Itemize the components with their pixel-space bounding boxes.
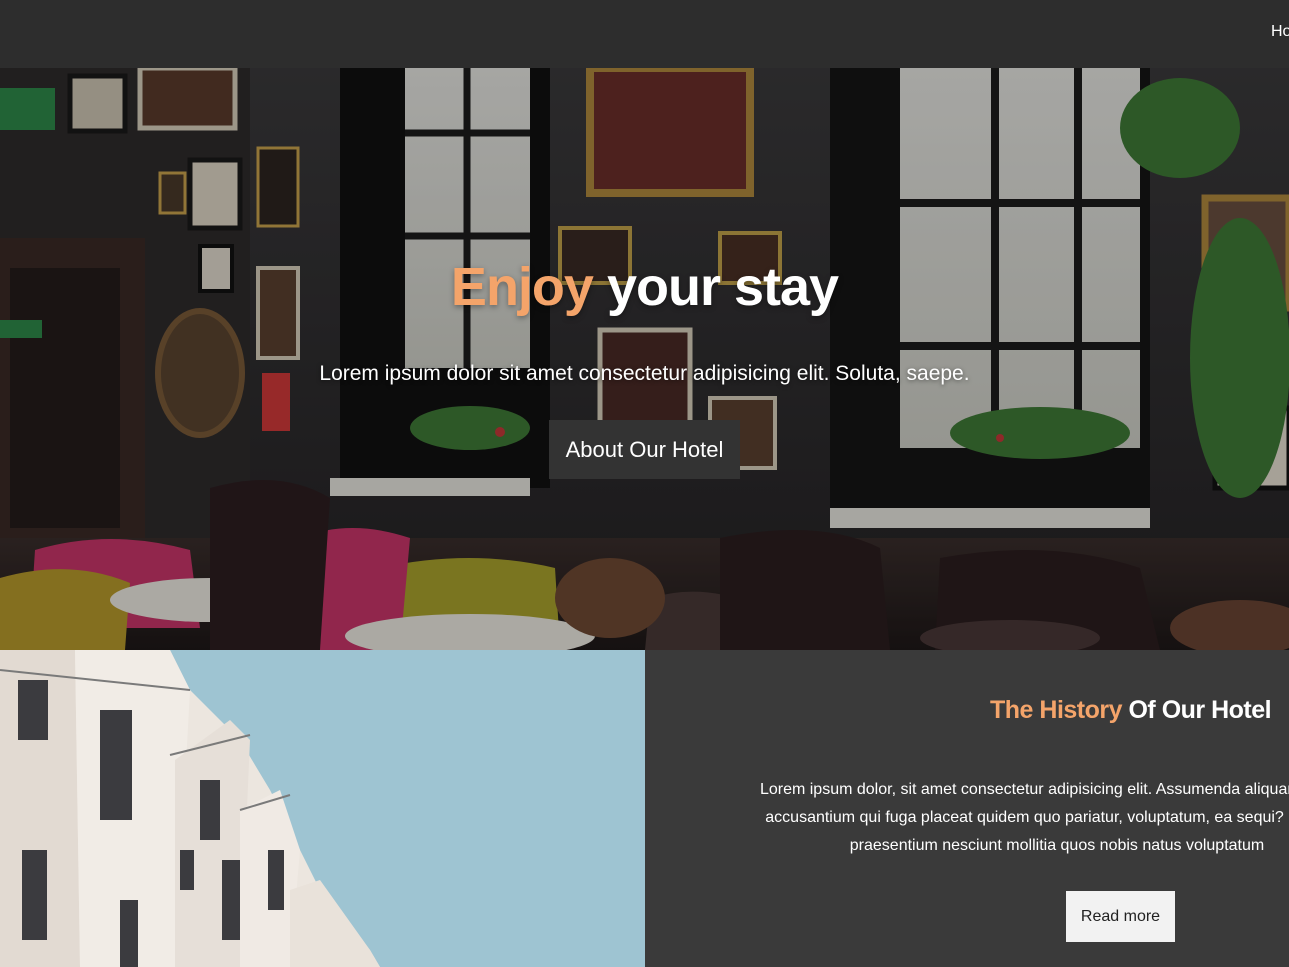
read-more-button[interactable]: Read more	[1066, 891, 1175, 942]
hero-overlay	[0, 68, 1289, 650]
history-title-rest: Of Our Hotel	[1122, 696, 1272, 724]
history-line-3: praesentium nesciunt mollitia quos nobis…	[849, 837, 1265, 854]
history-line-2: accusantium qui fuga placeat quidem quo …	[765, 809, 1289, 826]
nav-link-home[interactable]: Ho	[1271, 23, 1289, 41]
hero-title-accent: Enjoy	[450, 257, 594, 317]
about-hotel-button[interactable]: About Our Hotel	[549, 420, 740, 479]
hotel-building-image	[0, 650, 645, 967]
history-section: The History Of Our Hotel Lorem ipsum dol…	[645, 650, 1289, 967]
history-line-1: Lorem ipsum dolor, sit amet consectetur …	[759, 781, 1289, 798]
history-title: The History Of Our Hotel	[990, 696, 1272, 725]
history-title-accent: The History	[990, 696, 1123, 724]
hero-section: Enjoy your stay Lorem ipsum dolor sit am…	[0, 68, 1289, 650]
hotel-building-illustration	[0, 650, 645, 967]
history-paragraph: Lorem ipsum dolor, sit amet consectetur …	[677, 776, 1289, 860]
hero-title-rest: your stay	[592, 257, 839, 317]
top-navbar: Ho	[0, 0, 1289, 68]
hero-subtitle: Lorem ipsum dolor sit amet consectetur a…	[319, 362, 970, 385]
hero-title: Enjoy your stay	[0, 256, 1289, 318]
